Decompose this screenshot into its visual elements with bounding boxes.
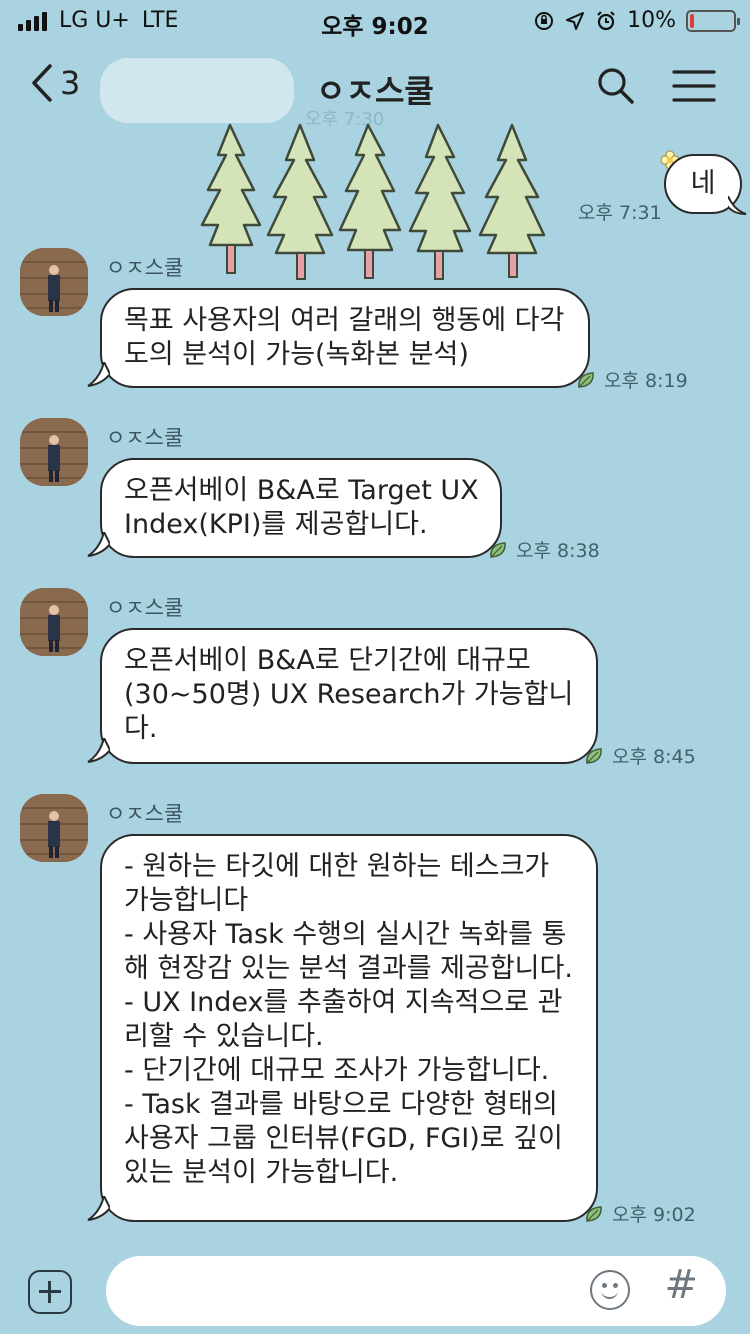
- message-line: Index(KPI)를 제공합니다.: [124, 509, 428, 540]
- message-line: 다.: [124, 713, 158, 744]
- message-line: - UX Index를 추출하여 지속적으로 관: [124, 987, 563, 1018]
- message-time: 오후 8:19: [604, 370, 688, 392]
- battery-percent: 10%: [627, 8, 676, 33]
- avatar[interactable]: [20, 248, 88, 316]
- alarm-icon: [597, 10, 615, 30]
- message-line: 사용자 그룹 인터뷰(FGD, FGI)로 깊이: [124, 1123, 563, 1154]
- status-bar: LG U+ LTE 오후 9:02 10%: [0, 0, 750, 44]
- plus-icon[interactable]: [28, 1270, 72, 1314]
- message-line: 리할 수 있습니다.: [124, 1021, 324, 1052]
- sender-name: ㅇㅈ스쿨: [106, 802, 184, 826]
- message-time: 오후 9:02: [612, 1204, 696, 1226]
- battery-icon: [686, 9, 740, 32]
- leaf-icon: [490, 541, 506, 558]
- message-line: - 사용자 Task 수행의 실시간 녹화를 통: [124, 919, 567, 950]
- message-line: 목표 사용자의 여러 갈래의 행동에 다각: [124, 305, 565, 336]
- search-icon[interactable]: [596, 66, 636, 106]
- message-meta: 오후 8:19: [576, 366, 688, 393]
- message-line: 있는 분석이 가능합니다.: [124, 1157, 399, 1188]
- message-line: - 단기간에 대규모 조사가 가능합니다.: [124, 1055, 550, 1086]
- hashtag-icon[interactable]: #: [664, 1262, 698, 1308]
- message-bubble[interactable]: 목표 사용자의 여러 갈래의 행동에 다각 도의 분석이 가능(녹화본 분석): [100, 288, 590, 388]
- sender-name: ㅇㅈ스쿨: [106, 596, 184, 620]
- message-time: 오후 8:45: [612, 746, 696, 768]
- avatar[interactable]: [20, 588, 88, 656]
- message-line: - 원하는 타깃에 대한 원하는 테스크가: [124, 851, 550, 882]
- message-bubble[interactable]: 오픈서베이 B&A로 단기간에 대규모 (30~50명) UX Research…: [100, 628, 598, 764]
- message-line: 오픈서베이 B&A로 Target UX: [124, 475, 479, 506]
- message-line: (30~50명) UX Research가 가능합니: [124, 679, 574, 710]
- bubble-tail: [87, 362, 110, 387]
- leaf-icon: [578, 371, 594, 388]
- leaf-icon: [586, 1205, 602, 1222]
- rotation-lock-icon: [535, 11, 554, 30]
- message-line: 도의 분석이 가능(녹화본 분석): [124, 339, 469, 370]
- message-line: 해 현장감 있는 분석 결과를 제공합니다.: [124, 953, 573, 984]
- bubble-tail: [87, 1196, 110, 1221]
- emoji-icon[interactable]: [590, 1270, 630, 1310]
- message-line: 오픈서베이 B&A로 단기간에 대규모: [124, 645, 531, 676]
- my-message-time: 오후 7:31: [578, 202, 662, 224]
- bubble-tail: [87, 738, 110, 763]
- message-meta: 오후 8:45: [584, 742, 696, 769]
- message-bubble[interactable]: 오픈서베이 B&A로 Target UX Index(KPI)를 제공합니다.: [100, 458, 502, 558]
- message-meta: 오후 8:38: [488, 536, 600, 563]
- sender-name: ㅇㅈ스쿨: [106, 426, 184, 450]
- location-icon: [566, 11, 585, 30]
- chat-header: 3 ㅇㅈ스쿨: [0, 44, 750, 128]
- chat-title: ㅇㅈ스쿨: [316, 72, 434, 110]
- message-input[interactable]: #: [106, 1256, 726, 1326]
- message-time: 오후 8:38: [516, 540, 600, 562]
- message-line: - Task 결과를 바탕으로 다양한 형태의: [124, 1089, 558, 1120]
- avatar[interactable]: [20, 794, 88, 862]
- input-bar: #: [0, 1244, 750, 1334]
- bubble-tail: [728, 196, 747, 215]
- menu-icon[interactable]: [672, 66, 716, 106]
- message-bubble[interactable]: - 원하는 타깃에 대한 원하는 테스크가 가능합니다 - 사용자 Task 수…: [100, 834, 598, 1222]
- avatar[interactable]: [20, 418, 88, 486]
- message-meta: 오후 9:02: [584, 1200, 696, 1227]
- leaf-icon: [586, 747, 602, 764]
- sender-name: ㅇㅈ스쿨: [106, 256, 184, 280]
- bubble-tail: [87, 532, 110, 557]
- message-line: 가능합니다: [124, 885, 249, 916]
